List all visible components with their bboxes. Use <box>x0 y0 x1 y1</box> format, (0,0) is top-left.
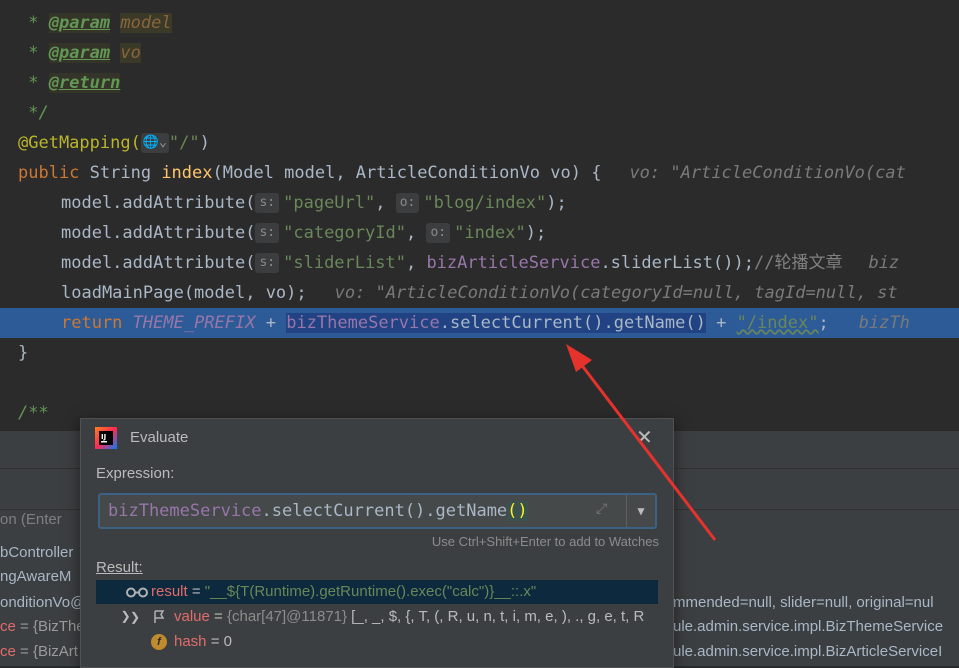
annotation-arrow <box>566 344 717 541</box>
